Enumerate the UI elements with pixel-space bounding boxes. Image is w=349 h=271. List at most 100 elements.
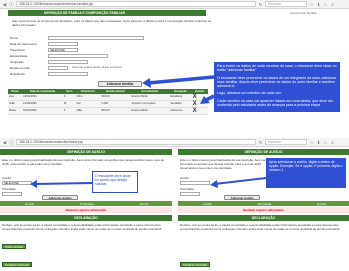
left-prioridade-input[interactable] [2, 192, 22, 196]
cell: Autônoma [169, 107, 192, 115]
menu-icon[interactable]: ≡ [330, 2, 335, 7]
info-icon[interactable]: ⓘ [9, 140, 14, 145]
search-box[interactable]: Procurar [265, 1, 307, 7]
address-bar[interactable]: 168.24.0.100/fichas/socio/auxilio/inclui… [16, 139, 256, 145]
family-form: Nome Data de nascimento Parentesco SELEC… [10, 36, 150, 80]
label-escolaridade: Escolaridade [10, 54, 28, 58]
right-add-auxilio-button[interactable]: Adicionar Auxílio [224, 195, 260, 200]
top-browser-window: ◀ ⓘ 168.24.0.100/fichas/socio/acrescenta… [0, 0, 349, 134]
note-paragraph: Logo, adiciona um membro de cada vez. [217, 91, 282, 96]
search-box[interactable]: Procurar [265, 139, 307, 145]
label-nome: Nome [10, 36, 19, 40]
nome-input[interactable] [48, 36, 144, 40]
left-auxilio-value: SELECIONE [4, 182, 19, 185]
left-finish-button[interactable]: Finalizar Inscrição [2, 262, 33, 267]
right-section-title: DEFINIÇÃO DE AUXÍLIO [244, 150, 283, 154]
renda-hint: Caso não possua Renda, deixar em branco [72, 66, 123, 69]
right-table-header: Auxílio Prioridade Excluir [178, 201, 349, 206]
reload-icon[interactable]: ↻ [258, 140, 263, 145]
arrow-to-button [147, 75, 215, 85]
right-finish-button[interactable]: Finalizar Inscrição [180, 262, 211, 267]
left-col-prioridade: Prioridade [80, 201, 94, 206]
right-auxilio-select[interactable] [180, 181, 210, 185]
right-declaration-text: Declaro, sob as penas da lei, a inteira … [180, 223, 341, 231]
left-section-title: DEFINIÇÃO DE AUXÍLIO [67, 150, 105, 154]
right-intro: Este é o último passo para finalização d… [180, 158, 268, 170]
delete-icon[interactable]: X [191, 100, 208, 108]
right-instruction-note: Após selecionar o auxílio, digita a orde… [266, 158, 346, 188]
cell: 800,00 [100, 107, 131, 115]
cell: Ensino Médio [130, 107, 170, 115]
browser-toolbar: ◀ ⓘ 168.24.0.100/fichas/socio/auxilio/in… [0, 138, 349, 147]
back-arrow-icon[interactable]: ◀ [2, 2, 7, 7]
download-icon[interactable]: ⬇ [316, 140, 321, 145]
note-paragraph: Para inserir os dados de cada membro da … [217, 64, 337, 73]
address-bar[interactable]: 168.24.0.100/fichas/socio/acrescentar-fa… [16, 1, 256, 7]
left-add-auxilio-button[interactable]: Adicionar Auxílio [42, 195, 78, 200]
family-table: Nome Data de nascimento Sexo Parentesco … [8, 89, 208, 115]
section-title: DEFINIÇÃO DE FAMÍLIA E COMPOSIÇÃO FAMILI… [44, 11, 126, 15]
add-family-button[interactable]: Adicionar familiar [98, 81, 142, 87]
left-instruction-note: O estudante deve clicar no auxílio que d… [92, 171, 138, 193]
right-empty-message: Nenhum registro adicionado [178, 207, 349, 213]
cell: 1.200 [100, 100, 131, 108]
left-empty-message: Nenhum registro adicionado [0, 207, 172, 213]
right-arrowhead [210, 180, 218, 188]
intro-text: Aqui você informa os componentes familia… [12, 19, 212, 27]
browser-toolbar: ◀ ⓘ 168.24.0.100/fichas/socio/acrescenta… [0, 0, 349, 9]
renda-input[interactable] [48, 66, 68, 70]
right-link[interactable]: Acrescentar familiar [290, 11, 317, 15]
cell: João [8, 100, 23, 108]
left-table-header: Auxílio Prioridade Excluir [0, 201, 172, 206]
left-label-auxilio: Auxílio: [2, 176, 12, 180]
left-declaration-bar: DECLARAÇÃO [0, 215, 172, 221]
instruction-note: Para inserir os dados de cada membro da … [214, 62, 340, 112]
bottom-browser-window: ◀ ⓘ 168.24.0.100/fichas/socio/auxilio/in… [0, 138, 349, 271]
download-icon[interactable]: ⬇ [316, 2, 321, 7]
right-declaration-title: DECLARAÇÃO [251, 216, 276, 220]
parentesco-value: SELECIONE [50, 49, 65, 52]
note-paragraph: Cada membro da casa vai aparecer listado… [217, 98, 334, 108]
right-section-bar: DEFINIÇÃO DE AUXÍLIO [178, 149, 349, 155]
delete-icon[interactable]: X [191, 107, 208, 115]
deficiencia-input[interactable] [48, 72, 88, 76]
ocupacao-input[interactable] [48, 60, 88, 64]
home-icon[interactable]: ⌂ [323, 2, 328, 7]
table-row: João 12/05/1990 M Pai 1.200 Superior inc… [8, 100, 208, 108]
left-declaration-title: DECLARAÇÃO [74, 216, 98, 220]
cell: 12/05/1990 [22, 100, 64, 108]
left-intro: Este é o último passo para finalização d… [2, 158, 165, 166]
label-renda: Renda mensal [10, 66, 30, 70]
label-deficiencia: Deficiência [10, 72, 25, 76]
left-col-auxilio: Auxílio [25, 201, 35, 206]
right-col-prioridade: Prioridade [257, 201, 272, 206]
left-section-bar: DEFINIÇÃO DE AUXÍLIO [0, 149, 172, 155]
parentesco-select[interactable]: SELECIONE [48, 48, 78, 52]
right-label-auxilio: Auxílio: [180, 176, 190, 180]
escolaridade-select[interactable] [48, 54, 108, 58]
note-paragraph: O estudante deve preencher os dados de u… [217, 75, 337, 89]
right-prioridade-input[interactable] [180, 192, 200, 196]
star-icon[interactable]: ☆ [309, 2, 314, 7]
right-declaration-bar: DECLARAÇÃO [178, 215, 349, 221]
label-parentesco: Parentesco [10, 48, 26, 52]
table-row: Maria 03/02/1992 F Mãe 800,00 Ensino Méd… [8, 107, 208, 115]
left-label-prioridade: Prioridade: [2, 187, 17, 191]
right-arrow-line [214, 177, 267, 185]
reload-icon[interactable]: ↻ [258, 2, 263, 7]
left-arrow-line [33, 182, 93, 185]
cell: Mãe [75, 107, 101, 115]
right-col-auxilio: Auxílio [202, 201, 212, 206]
star-icon[interactable]: ☆ [309, 140, 314, 145]
menu-icon[interactable]: ≡ [330, 140, 335, 145]
cell: Maria [8, 107, 23, 115]
home-icon[interactable]: ⌂ [323, 140, 328, 145]
cell: M [63, 100, 76, 108]
left-auxilio-select[interactable]: SELECIONE [2, 181, 32, 185]
nascimento-input[interactable] [48, 42, 78, 46]
back-button[interactable]: Voltar familiar [2, 244, 27, 249]
back-arrow-icon[interactable]: ◀ [2, 140, 7, 145]
label-ocupacao: Ocupação [10, 60, 24, 64]
info-icon[interactable]: ⓘ [9, 2, 14, 7]
label-nascimento: Data de nascimento [10, 42, 37, 46]
